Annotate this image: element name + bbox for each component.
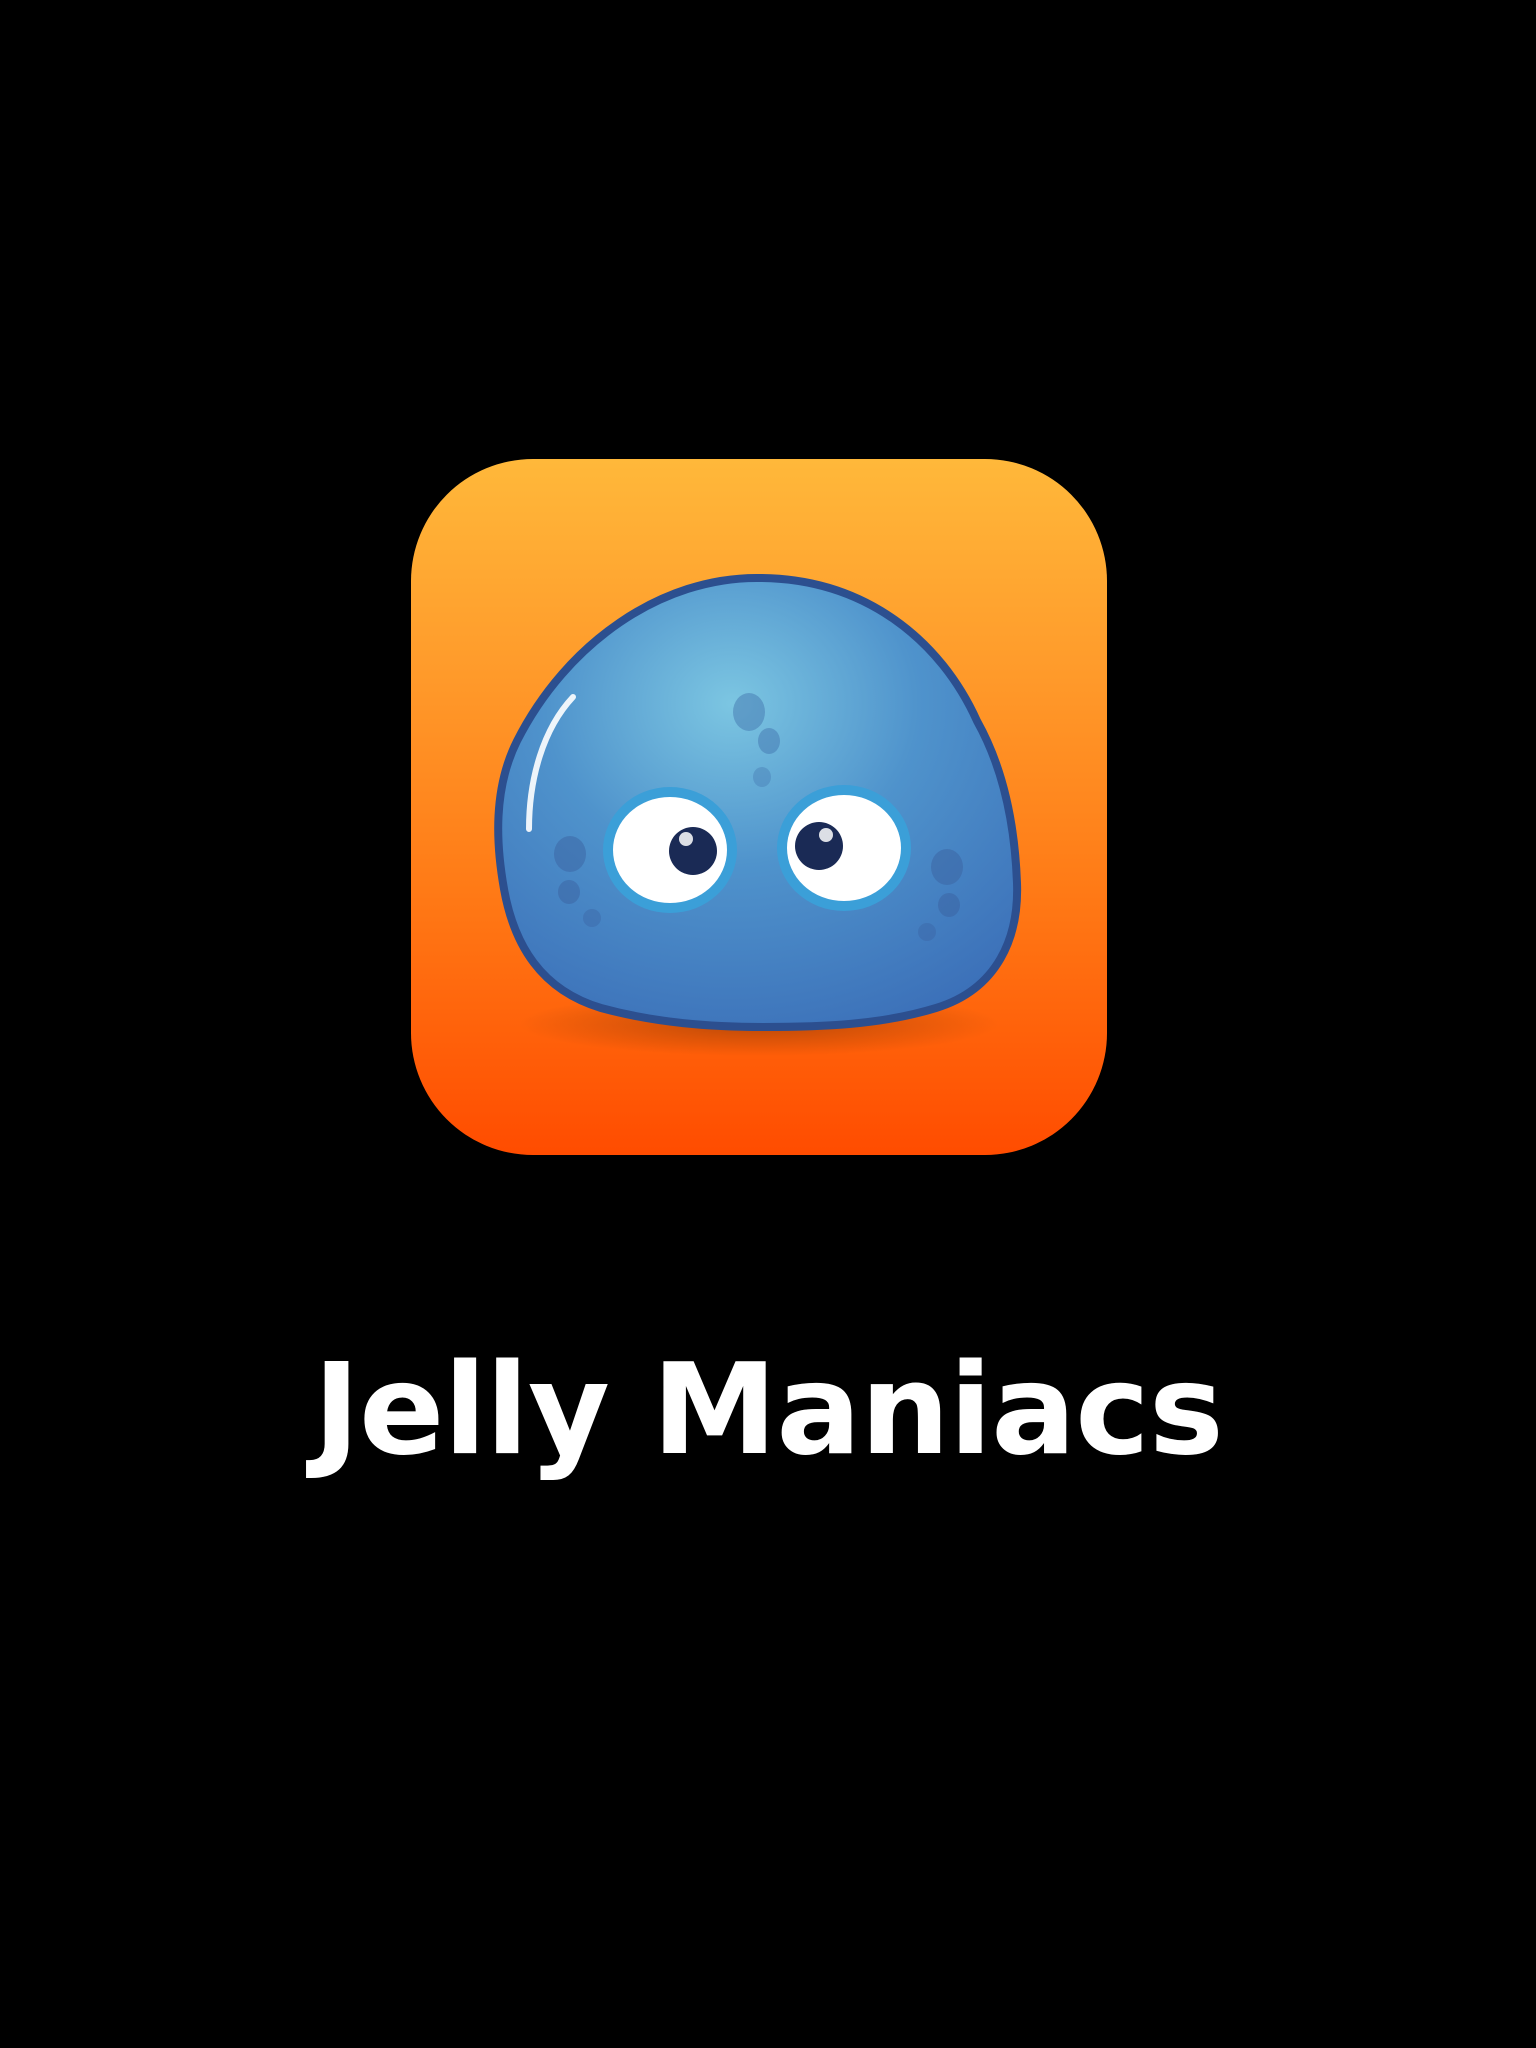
splash-screen: Jelly Maniacs: [0, 0, 1536, 2048]
app-title: Jelly Maniacs: [313, 1336, 1224, 1483]
app-icon: [411, 459, 1107, 1155]
jelly-blob-icon: [494, 573, 1022, 1056]
